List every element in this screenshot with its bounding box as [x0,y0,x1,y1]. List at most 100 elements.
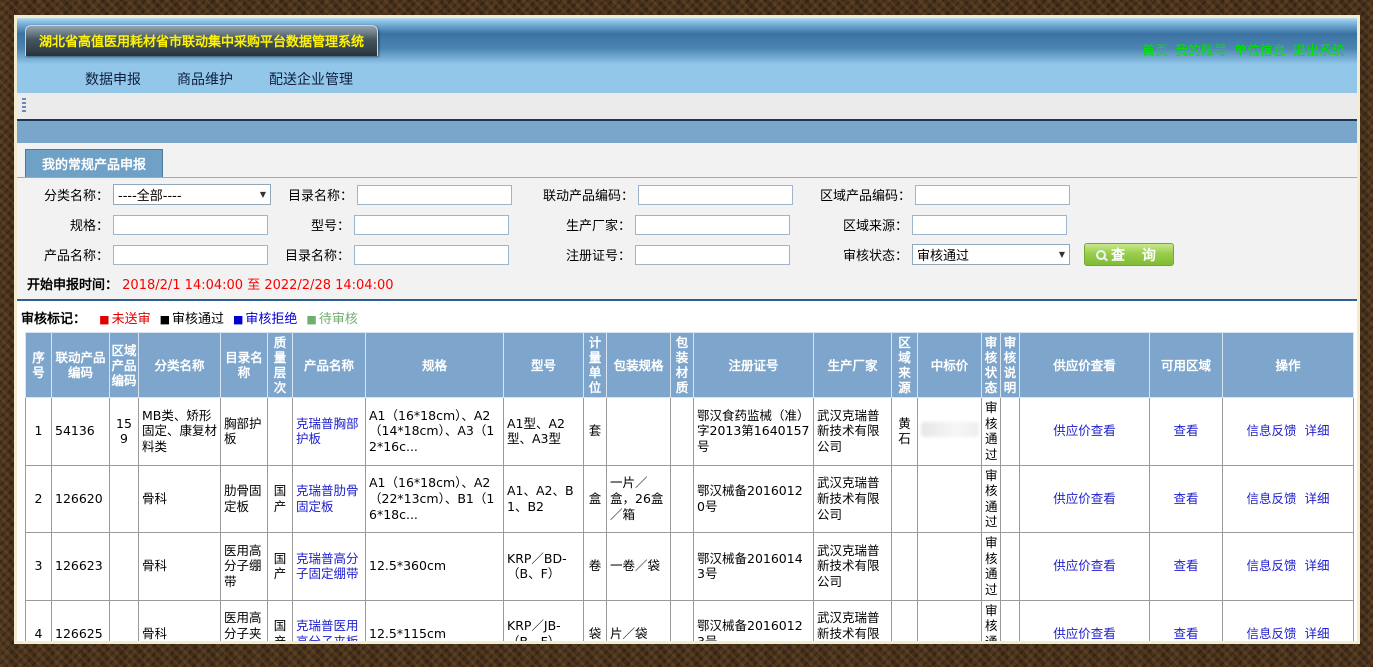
field-label: 区域来源： [800,215,912,234]
operation-link[interactable]: 信息反馈 [1247,558,1297,573]
form-input[interactable] [635,245,790,265]
select-value: ----全部---- [118,185,182,204]
legend-item-label: 未送审 [112,312,151,327]
top-link[interactable]: 单位信息 [1234,44,1286,59]
declare-period: 开始申报时间： 2018/2/1 14:04:00 至 2022/2/28 14… [17,268,1357,295]
cell-col-16: 审核通过 [982,465,1001,533]
field-label: 联动产品编码： [522,185,638,204]
available-region-view-link[interactable]: 查看 [1173,558,1198,573]
cell-col-12: 鄂汉食药监械（准）字2013第1640157号 [694,398,814,466]
operation-link[interactable]: 详细 [1304,423,1329,438]
cell-col-13: 武汉克瑞普新技术有限公司 [814,398,892,466]
audit-legend: 审核标记： ■未送审■审核通过■审核拒绝■待审核 [17,301,1357,332]
column-header-19: 可用区域 [1150,333,1223,398]
column-header-8: 型号 [504,333,584,398]
operation-link[interactable]: 详细 [1304,558,1329,573]
form-input[interactable] [357,185,512,205]
operation-link[interactable]: 信息反馈 [1247,491,1297,506]
products-table: 序号联动产品编码区域产品编码分类名称目录名称质量层次产品名称规格型号计量单位包装… [25,332,1354,641]
form-input[interactable] [354,215,509,235]
cell-col-3: 骨科 [139,465,221,533]
menu-item[interactable]: 商品维护 [177,69,233,89]
cell-col-6: 克瑞普肋骨固定板 [293,465,366,533]
cell-col-17 [1001,600,1020,641]
operation-link[interactable]: 信息反馈 [1247,626,1297,641]
cell-col-4: 肋骨固定板 [221,465,268,533]
search-button[interactable]: 查 询 [1084,243,1174,266]
operation-link[interactable]: 详细 [1304,626,1329,641]
field-label: 分类名称： [17,185,113,204]
form-row: 规格：型号：生产厂家：区域来源： [17,211,1357,238]
cell-col-3: MB类、矫形固定、康复材料类 [139,398,221,466]
form-input[interactable] [113,215,268,235]
search-panel: 我的常规产品申报 分类名称：----全部----▼目录名称：联动产品编码：区域产… [17,143,1357,299]
product-name-link[interactable]: 克瑞普肋骨固定板 [296,483,359,514]
form-input[interactable] [912,215,1067,235]
cell-col-9: 卷 [584,533,607,601]
audit-legend-items: ■未送审■审核通过■审核拒绝■待审核 [90,312,358,327]
cell-col-14 [892,533,918,601]
cell-col-0: 4 [26,600,52,641]
audit-legend-label: 审核标记： [21,312,86,327]
search-icon [1096,250,1106,260]
cell-col-5: 国产 [268,600,293,641]
product-name-link[interactable]: 克瑞普胸部护板 [296,416,359,447]
cell-col-20: 信息反馈 详细 [1223,533,1354,601]
product-name-link[interactable]: 克瑞普医用高分子夹板 [296,618,359,641]
select-value: 审核通过 [917,245,969,264]
column-header-11: 包装材质 [671,333,694,398]
cell-col-4: 医用高分子绷带 [221,533,268,601]
column-header-16: 审核状态 [982,333,1001,398]
column-header-5: 质量层次 [268,333,293,398]
cell-col-1: 126623 [52,533,110,601]
form-input[interactable] [113,245,268,265]
field-label: 规格： [17,215,113,234]
column-header-20: 操作 [1223,333,1354,398]
form-input[interactable] [638,185,793,205]
cell-col-7: 12.5*115cm [366,600,504,641]
cell-col-12: 鄂汉械备20160120号 [694,465,814,533]
legend-square-icon: ■ [160,313,170,326]
available-region-view-link[interactable]: 查看 [1173,626,1198,641]
cell-col-1: 126625 [52,600,110,641]
cell-col-11 [671,465,694,533]
drag-grip-icon[interactable] [22,98,26,114]
top-link[interactable]: 我的账号 [1175,44,1227,59]
declare-period-label: 开始申报时间： [27,278,118,293]
cell-col-6: 克瑞普高分子固定绷带 [293,533,366,601]
available-region-view-link[interactable]: 查看 [1173,423,1198,438]
cell-col-2 [110,600,139,641]
cell-col-8: A1、A2、B1、B2 [504,465,584,533]
cell-col-0: 1 [26,398,52,466]
column-header-1: 联动产品编码 [52,333,110,398]
top-link[interactable]: 退出系统 [1293,44,1345,59]
cell-col-14 [892,600,918,641]
menu-item[interactable]: 数据申报 [85,69,141,89]
form-select[interactable]: 审核通过▼ [912,244,1070,265]
available-region-view-link[interactable]: 查看 [1173,491,1198,506]
supply-price-view-link[interactable]: 供应价查看 [1053,423,1116,438]
menu-item[interactable]: 配送企业管理 [269,69,353,89]
supply-price-view-link[interactable]: 供应价查看 [1053,558,1116,573]
legend-item-label: 审核拒绝 [245,312,297,327]
top-link[interactable]: 首页 [1142,44,1168,59]
cell-col-19: 查看 [1150,398,1223,466]
field-label: 区域产品编码： [803,185,915,204]
supply-price-view-link[interactable]: 供应价查看 [1053,626,1116,641]
tab-my-regular-product-declaration[interactable]: 我的常规产品申报 [25,149,163,177]
form-input[interactable] [354,245,509,265]
form-select[interactable]: ----全部----▼ [113,184,271,205]
operation-link[interactable]: 信息反馈 [1247,423,1297,438]
cell-col-19: 查看 [1150,465,1223,533]
form-input[interactable] [915,185,1070,205]
legend-item-label: 待审核 [319,312,358,327]
form-input[interactable] [635,215,790,235]
supply-price-view-link[interactable]: 供应价查看 [1053,491,1116,506]
cell-col-7: 12.5*360cm [366,533,504,601]
main-menu: 数据申报 商品维护 配送企业管理 [17,64,1357,93]
operation-link[interactable]: 详细 [1304,491,1329,506]
product-name-link[interactable]: 克瑞普高分子固定绷带 [296,551,359,582]
column-header-12: 注册证号 [694,333,814,398]
cell-col-20: 信息反馈 详细 [1223,465,1354,533]
column-header-2: 区域产品编码 [110,333,139,398]
